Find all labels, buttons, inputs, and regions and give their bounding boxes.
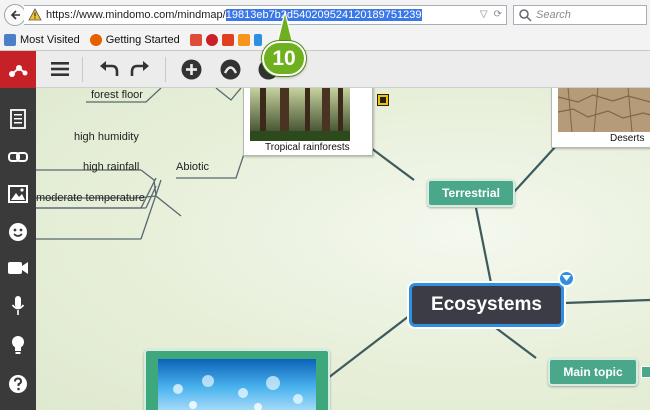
- url-text: https://www.mindomo.com/mindmap/19813eb7…: [46, 9, 422, 21]
- undo-button[interactable]: [97, 57, 121, 81]
- back-arrow-icon: [10, 10, 20, 20]
- relationship-button[interactable]: [218, 57, 242, 81]
- microphone-icon: [11, 296, 25, 315]
- download-icon[interactable]: [253, 34, 262, 46]
- undo-icon: [100, 61, 119, 76]
- topic-high-humidity[interactable]: high humidity: [74, 131, 139, 143]
- bookmark-label: Getting Started: [105, 34, 180, 46]
- reload-icon[interactable]: ⟳: [494, 9, 502, 20]
- bookmark-most-visited[interactable]: Most Visited: [4, 34, 80, 46]
- url-selection: 19813eb7b2d540209524120189751239: [225, 9, 422, 21]
- left-sidebar: [0, 88, 36, 410]
- smiley-icon: [9, 223, 27, 241]
- topic-abiotic[interactable]: Abiotic: [176, 161, 209, 173]
- mindmap-canvas[interactable]: forest floor high humidity high rainfall…: [36, 88, 650, 410]
- search-bar[interactable]: Search: [513, 5, 647, 25]
- rainforest-image: [250, 88, 350, 141]
- icon-button[interactable]: [5, 219, 31, 245]
- link-icon: [8, 152, 28, 162]
- search-engine-icon: [519, 9, 532, 22]
- bookmark-folder-icon: [4, 34, 16, 46]
- add-topic-button[interactable]: [179, 57, 203, 81]
- url-prefix: https://www.mindomo.com/mindmap/: [46, 9, 226, 21]
- image-node-deserts[interactable]: Deserts: [551, 88, 650, 148]
- firefox-icon: [89, 34, 102, 46]
- bookmark-getting-started[interactable]: Getting Started: [89, 34, 180, 46]
- image-button[interactable]: [5, 181, 31, 207]
- help-button[interactable]: [5, 371, 31, 397]
- expand-collapse-button[interactable]: [558, 270, 575, 287]
- mindomo-logo[interactable]: [0, 51, 36, 88]
- water-image: [158, 359, 316, 410]
- back-button[interactable]: [4, 4, 26, 26]
- warning-icon: [28, 8, 42, 21]
- browser-navigation-bar: https://www.mindomo.com/mindmap/19813eb7…: [0, 0, 650, 30]
- caption-tropical-rainforests: Tropical rainforests: [265, 142, 350, 153]
- topic-high-rainfall[interactable]: high rainfall: [83, 161, 139, 173]
- video-button[interactable]: [5, 255, 31, 281]
- caption-deserts: Deserts: [610, 133, 645, 144]
- notes-indicator-icon[interactable]: [377, 94, 389, 106]
- central-topic-ecosystems[interactable]: Ecosystems: [409, 283, 564, 327]
- link-button[interactable]: [5, 144, 31, 170]
- dropdown-arrow-icon[interactable]: ▽: [480, 9, 488, 20]
- main-topic-indicator-icon[interactable]: [641, 366, 650, 378]
- toolbar-divider: [165, 57, 166, 82]
- add-circle-icon: [181, 59, 201, 79]
- help-icon: [9, 375, 27, 393]
- rss-icon[interactable]: [237, 34, 250, 46]
- google-plus-icon[interactable]: [189, 34, 202, 46]
- redo-button[interactable]: [128, 57, 152, 81]
- desert-image: [558, 88, 650, 132]
- image-node-tropical-rainforests[interactable]: Tropical rainforests: [243, 88, 373, 156]
- mindomo-logo-icon: [9, 64, 28, 77]
- topic-forest-floor[interactable]: forest floor: [91, 89, 143, 101]
- lightbulb-icon: [12, 336, 24, 354]
- pinterest-icon[interactable]: [205, 34, 218, 46]
- toolbar-divider: [82, 57, 83, 82]
- step-number-badge: 10: [262, 41, 306, 76]
- topic-terrestrial[interactable]: Terrestrial: [427, 179, 515, 207]
- image-node-water[interactable]: [144, 349, 330, 410]
- bookmark-label: Most Visited: [20, 34, 80, 46]
- topic-main-topic[interactable]: Main topic: [548, 358, 638, 386]
- search-placeholder: Search: [536, 9, 571, 21]
- relationship-icon: [220, 59, 240, 79]
- address-bar[interactable]: https://www.mindomo.com/mindmap/19813eb7…: [24, 5, 507, 25]
- ideas-button[interactable]: [5, 333, 31, 359]
- mindomo-icon[interactable]: [221, 34, 234, 46]
- chevron-down-icon: [562, 275, 571, 281]
- topic-moderate-temperature[interactable]: moderate temperature: [36, 192, 145, 204]
- menu-button[interactable]: [48, 57, 72, 81]
- image-icon: [8, 185, 28, 203]
- redo-icon: [130, 61, 149, 76]
- bookmarks-toolbar: Most Visited Getting Started: [0, 30, 650, 51]
- audio-button[interactable]: [5, 293, 31, 319]
- app-toolbar: [0, 51, 650, 88]
- video-camera-icon: [8, 262, 28, 274]
- hamburger-menu-icon: [51, 62, 69, 76]
- document-icon: [10, 109, 26, 129]
- notes-button[interactable]: [5, 106, 31, 132]
